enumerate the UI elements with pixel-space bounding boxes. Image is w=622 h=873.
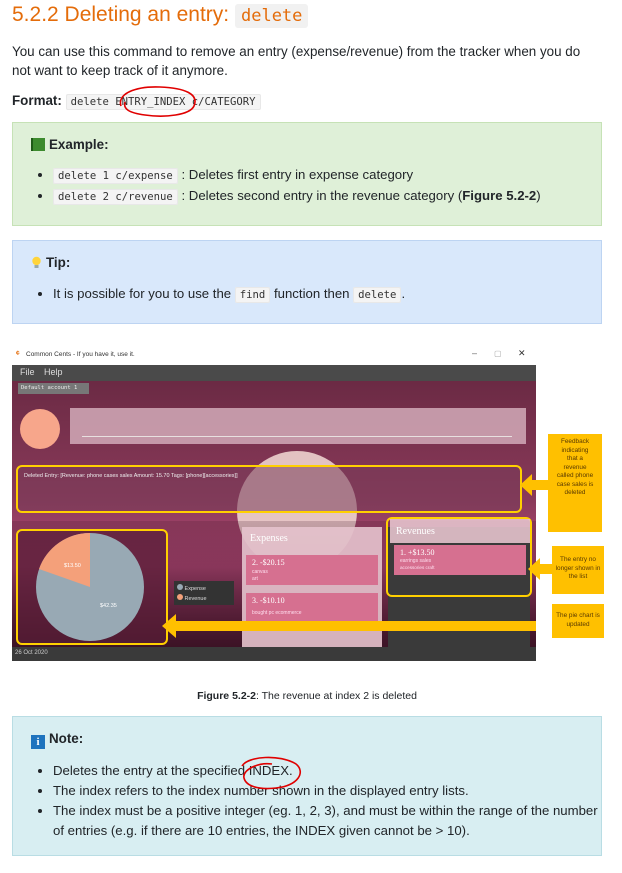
info-icon: i: [31, 735, 45, 749]
menu-file[interactable]: File: [20, 367, 35, 377]
entry-callout: The entry no longer shown in the list: [552, 546, 604, 594]
expenses-title: Expenses: [250, 533, 288, 544]
list-item: Deletes the entry at the specified INDEX…: [53, 761, 601, 781]
revenues-header: Revenues: [390, 519, 530, 543]
revenue-item[interactable]: 1. +$13.50 earrings sales accessories cr…: [394, 545, 526, 575]
feedback-arrow-head: [520, 474, 532, 496]
legend: Expense Revenue: [174, 581, 234, 605]
example-list: delete 1 c/expense : Deletes first entry…: [13, 165, 541, 207]
legend-revenue-swatch: [177, 594, 183, 600]
list-item: The index refers to the index number sho…: [53, 781, 601, 801]
list-item: delete 2 c/revenue : Deletes second entr…: [53, 186, 541, 207]
avatar: [20, 409, 60, 449]
heading-code: delete: [234, 4, 309, 28]
minimize-icon[interactable]: –: [472, 348, 477, 358]
entry-arrow-head: [528, 558, 540, 580]
pie-revenue-label: $42.35: [100, 603, 117, 609]
tip-title: Tip:: [31, 255, 70, 270]
menu-bar: File Help: [12, 365, 536, 381]
book-icon: [31, 138, 45, 151]
window-title: Common Cents - If you have it, use it.: [26, 351, 135, 358]
feedback-callout: Feedback indicating that a revenue calle…: [548, 434, 602, 532]
command-input-line: [82, 436, 512, 437]
legend-expense-swatch: [177, 584, 183, 590]
account-tab[interactable]: Default account 1: [18, 383, 89, 394]
heading-text: 5.2.2 Deleting an entry:: [12, 3, 230, 26]
tip-list: It is possible for you to use the find f…: [13, 284, 405, 305]
lightbulb-icon: [32, 256, 41, 268]
expense-item[interactable]: 3. -$10.10 bought pc ecommerce: [246, 593, 378, 623]
menu-help[interactable]: Help: [44, 367, 63, 377]
red-circle-annotation: [241, 756, 301, 790]
pie-expense-label: $13.50: [64, 563, 81, 569]
intro-paragraph: You can use this command to remove an en…: [12, 44, 581, 78]
list-item: delete 1 c/expense : Deletes first entry…: [53, 165, 541, 186]
app-main: Default account 1 Deleted Entry: [Revenu…: [12, 381, 536, 647]
pie-arrow: [172, 621, 536, 631]
note-title: i Note:: [31, 731, 83, 749]
red-circle-annotation: [119, 86, 196, 117]
format-label: Format:: [12, 93, 62, 108]
status-date: 26 Oct 2020: [15, 650, 48, 656]
feedback-arrow: [530, 480, 550, 490]
list-item: It is possible for you to use the find f…: [53, 284, 405, 305]
close-icon[interactable]: ✕: [518, 348, 526, 359]
example-box: Example: delete 1 c/expense : Deletes fi…: [12, 122, 602, 226]
status-bar: 26 Oct 2020: [12, 647, 536, 661]
figure-caption: Figure 5.2-2: The revenue at index 2 is …: [197, 690, 417, 702]
command-box[interactable]: [70, 408, 526, 444]
tip-box: Tip: It is possible for you to use the f…: [12, 240, 602, 324]
list-item: The index must be a positive integer (eg…: [53, 801, 601, 841]
maximize-icon[interactable]: ▢: [494, 349, 502, 358]
revenues-title: Revenues: [396, 526, 435, 537]
section-heading: 5.2.2 Deleting an entry: delete: [12, 0, 309, 31]
expense-item[interactable]: 2. -$20.15 canvas art: [246, 555, 378, 585]
example-title: Example:: [31, 137, 109, 152]
pie-chart: [36, 532, 144, 641]
pie-callout: The pie chart is updated: [552, 604, 604, 638]
window-titlebar: ¢ Common Cents - If you have it, use it.…: [12, 345, 536, 365]
app-screenshot: ¢ Common Cents - If you have it, use it.…: [12, 345, 536, 661]
app-logo-icon: ¢: [16, 350, 20, 357]
pie-arrow-head: [162, 614, 176, 638]
feedback-text: Deleted Entry: [Revenue: phone cases sal…: [24, 473, 238, 479]
